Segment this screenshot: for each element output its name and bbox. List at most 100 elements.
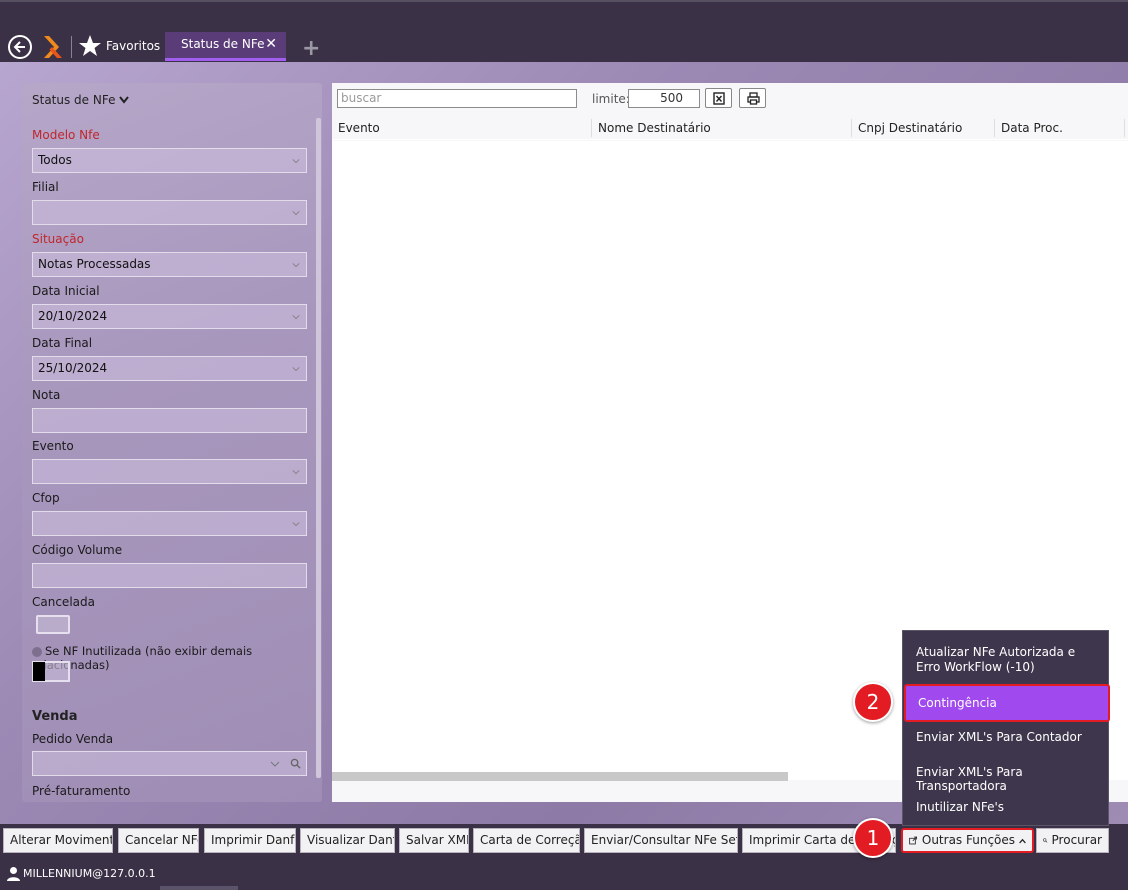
toolbar-divider (71, 36, 72, 58)
chevron-down-icon (292, 367, 300, 372)
chevron-down-icon (292, 470, 300, 475)
menu-item-enviar-xml-contador[interactable]: Enviar XML's Para Contador (903, 730, 1108, 744)
grid-header: Evento Nome Destinatário Cnpj Destinatár… (332, 116, 1128, 140)
nota-input[interactable] (32, 408, 307, 433)
cancelada-label: Cancelada (32, 595, 95, 609)
codigo-volume-label: Código Volume (32, 543, 123, 557)
alterar-movimento-button[interactable]: Alterar Movimento (3, 828, 113, 853)
evento-label: Evento (32, 439, 74, 453)
favorites-label: Favoritos (106, 39, 161, 53)
chevron-down-icon (292, 159, 300, 164)
excel-icon (713, 92, 725, 105)
menu-item-inutilizar-nfe[interactable]: Inutilizar NFe's (903, 800, 1108, 814)
data-final-value: 25/10/2024 (38, 361, 108, 375)
chevron-down-icon (292, 211, 300, 216)
favorites-button[interactable]: Favoritos (78, 33, 160, 59)
visualizar-danfe-button[interactable]: Visualizar Danfe (300, 828, 395, 853)
procurar-label: Procurar (1051, 833, 1102, 847)
search-icon[interactable] (290, 758, 301, 769)
column-evento[interactable]: Evento (338, 121, 380, 135)
filter-scrollbar[interactable] (316, 118, 321, 778)
menu-item-contingencia[interactable]: Contingência (904, 684, 1110, 722)
data-inicial-field[interactable]: 20/10/2024 (32, 304, 307, 329)
print-button[interactable] (739, 88, 766, 108)
outras-funcoes-label: Outras Funções (921, 833, 1016, 847)
outras-funcoes-menu: Atualizar NFe Autorizada e Erro WorkFlow… (902, 630, 1110, 826)
data-final-label: Data Final (32, 336, 93, 350)
pre-faturamento-label: Pré-faturamento (32, 784, 131, 798)
external-link-icon (909, 836, 918, 845)
evento-select[interactable] (32, 459, 307, 484)
carta-correcao-button[interactable]: Carta de Correção (473, 828, 580, 853)
filter-panel-title[interactable]: Status de NFe (32, 93, 130, 107)
user-label: MILLENNIUM@127.0.0.1 (23, 867, 156, 880)
nota-label: Nota (32, 388, 61, 402)
annotation-badge-2: 2 (853, 682, 893, 722)
enviar-consultar-sefaz-button[interactable]: Enviar/Consultar NFe Sefaz (584, 828, 738, 853)
export-excel-button[interactable] (705, 88, 732, 108)
column-divider (1124, 119, 1125, 137)
filial-label: Filial (32, 180, 59, 194)
situacao-label: Situação (32, 232, 84, 246)
situacao-select[interactable]: Notas Processadas (32, 252, 307, 277)
filial-select[interactable] (32, 200, 307, 225)
tab-status-nfe[interactable]: Status de NFe ✕ (165, 32, 286, 61)
horizontal-scrollbar[interactable] (332, 772, 788, 781)
cancelar-nfe-button[interactable]: Cancelar NFe (118, 828, 199, 853)
millennium-logo-icon[interactable] (40, 34, 64, 60)
data-inicial-value: 20/10/2024 (38, 309, 108, 323)
imprimir-danfe-button[interactable]: Imprimir Danfe (204, 828, 296, 853)
column-divider (591, 119, 592, 137)
column-data-proc[interactable]: Data Proc. (1001, 121, 1063, 135)
venda-section-title: Venda (32, 709, 78, 724)
codigo-volume-input[interactable] (32, 563, 307, 588)
cfop-label: Cfop (32, 491, 60, 505)
annotation-badge-1: 1 (853, 818, 893, 858)
action-toolbar: Alterar Movimento Cancelar NFe Imprimir … (0, 824, 1128, 858)
status-bar: MILLENNIUM@127.0.0.1 (0, 858, 1128, 890)
menu-item-enviar-xml-transportadora[interactable]: Enviar XML's Para Transportadora (903, 765, 1108, 793)
procurar-button[interactable]: Procurar (1036, 828, 1109, 853)
limit-label: limite: (592, 92, 630, 106)
situacao-value: Notas Processadas (38, 257, 151, 271)
column-cnpj-destinatario[interactable]: Cnpj Destinatário (858, 121, 962, 135)
cancelada-toggle[interactable] (36, 615, 70, 634)
status-progress-strip (160, 886, 238, 890)
pedido-venda-label: Pedido Venda (32, 732, 114, 746)
column-nome-destinatario[interactable]: Nome Destinatário (598, 121, 711, 135)
modelo-nfe-select[interactable]: Todos (32, 148, 307, 173)
menu-item-atualizar-nfe[interactable]: Atualizar NFe Autorizada e Erro WorkFlow… (903, 645, 1108, 675)
modelo-nfe-label: Modelo Nfe (32, 128, 100, 142)
limit-input[interactable]: 500 (628, 89, 700, 108)
top-bar: Favoritos Status de NFe ✕ + (0, 2, 1128, 62)
add-tab-icon[interactable]: + (302, 38, 320, 60)
data-final-field[interactable]: 25/10/2024 (32, 356, 307, 381)
info-icon (32, 646, 42, 657)
chevron-down-icon (292, 522, 300, 527)
pedido-venda-field[interactable] (32, 751, 307, 776)
arrow-left-icon (13, 41, 25, 53)
search-input[interactable]: buscar (337, 89, 577, 108)
close-tab-icon[interactable]: ✕ (265, 37, 277, 51)
filter-title-text: Status de NFe (32, 93, 116, 107)
cfop-select[interactable] (32, 511, 307, 536)
user-icon (7, 867, 20, 881)
inutilizada-label: Se NF Inutilizada (não exibir demais rel… (32, 644, 322, 672)
filter-panel: Status de NFe Modelo Nfe Todos Filial Si… (22, 83, 322, 802)
inutilizada-toggle[interactable] (32, 661, 70, 682)
search-icon (1043, 838, 1048, 843)
chevron-down-icon (270, 761, 280, 767)
printer-icon (747, 92, 760, 105)
toggle-knob (33, 662, 45, 681)
column-divider (994, 119, 995, 137)
chevron-up-icon (1019, 838, 1026, 843)
back-button[interactable] (8, 35, 32, 59)
data-inicial-label: Data Inicial (32, 284, 100, 298)
column-divider (851, 119, 852, 137)
user-info: MILLENNIUM@127.0.0.1 (6, 866, 156, 881)
chevron-down-icon (119, 96, 130, 104)
outras-funcoes-button[interactable]: Outras Funções (901, 828, 1034, 853)
star-icon (79, 35, 101, 56)
salvar-xml-button[interactable]: Salvar XML (399, 828, 469, 853)
modelo-nfe-value: Todos (38, 153, 72, 167)
